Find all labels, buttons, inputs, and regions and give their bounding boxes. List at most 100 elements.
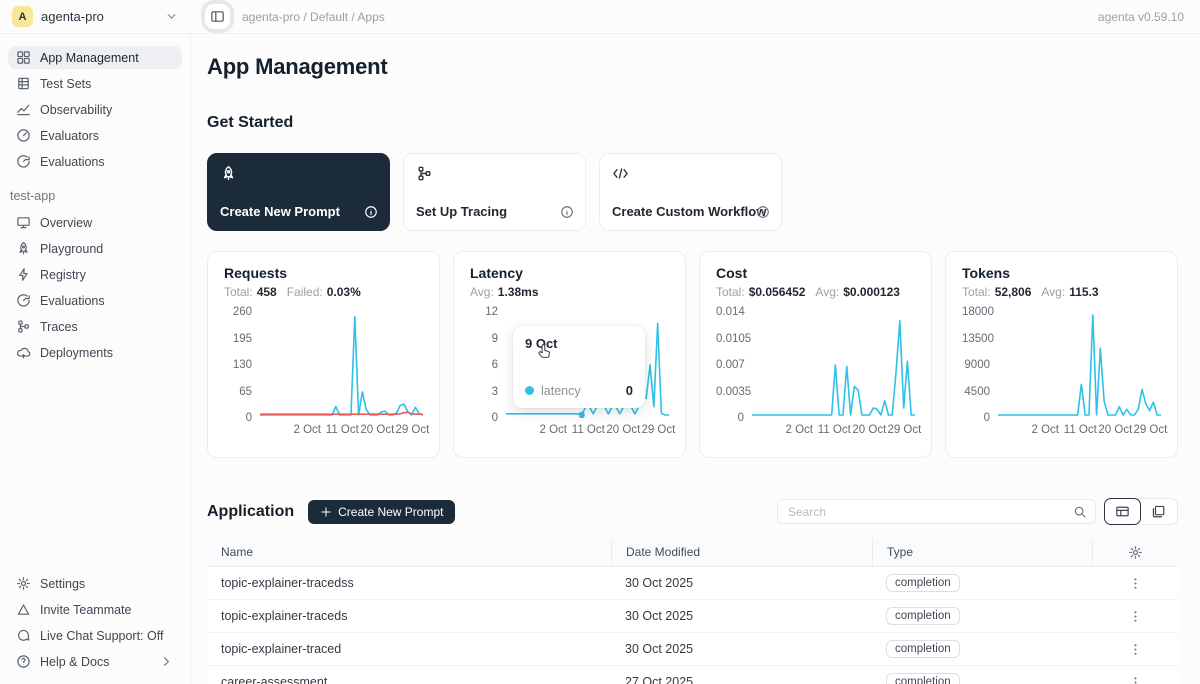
type-badge: completion: [886, 574, 960, 592]
row-menu-button[interactable]: [1123, 604, 1147, 628]
table-row[interactable]: topic-explainer-tracedss 30 Oct 2025 com…: [207, 567, 1178, 600]
sidebar-item-live-chat-support-off[interactable]: Live Chat Support: Off: [8, 624, 182, 647]
table-view-button[interactable]: [1104, 498, 1141, 525]
sidebar-item-registry[interactable]: Registry: [8, 263, 182, 286]
stats-row: Requests Total:458Failed:0.03% 260195130…: [207, 251, 1178, 458]
version-label: agenta v0.59.10: [1098, 10, 1200, 24]
column-header-name: Name: [207, 538, 611, 566]
tokens-chart-card: Tokens Total:52,806Avg:115.3 18000135009…: [945, 251, 1178, 458]
sidebar-item-test-sets[interactable]: Test Sets: [8, 72, 182, 95]
workspace-avatar: A: [12, 6, 33, 27]
sidebar-toggle-button[interactable]: [205, 4, 230, 29]
sidebar-item-deployments[interactable]: Deployments: [8, 341, 182, 364]
create-new-prompt-card[interactable]: Create New Prompt: [207, 153, 390, 231]
y-axis-ticks: 1800013500900045000: [962, 306, 998, 424]
sidebar-spacer: [8, 367, 182, 572]
metric-label: Total:: [716, 285, 745, 299]
sidebar-item-traces[interactable]: Traces: [8, 315, 182, 338]
search-icon[interactable]: [1073, 505, 1087, 519]
column-header-type: Type: [872, 538, 1092, 566]
x-axis-labels: 2 Oct11 Oct20 Oct29 Oct: [998, 424, 1161, 439]
set-up-tracing-card[interactable]: Set Up Tracing: [403, 153, 586, 231]
metric-label: Avg:: [470, 285, 494, 299]
sidebar-item-invite-teammate[interactable]: Invite Teammate: [8, 598, 182, 621]
x-axis-labels: 2 Oct11 Oct20 Oct29 Oct: [752, 424, 915, 439]
sidebar-item-overview[interactable]: Overview: [8, 211, 182, 234]
invite-icon: [16, 602, 31, 617]
chart-plot[interactable]: 2 Oct11 Oct20 Oct29 Oct: [260, 312, 423, 439]
get-started-card-label: Create Custom Workflow: [612, 204, 766, 219]
row-menu-button[interactable]: [1123, 670, 1147, 684]
row-menu-button[interactable]: [1123, 571, 1147, 595]
search-input[interactable]: [778, 505, 1073, 519]
column-header-date-modified: Date Modified: [611, 538, 872, 566]
chart-plot[interactable]: 2 Oct11 Oct20 Oct29 Oct: [998, 312, 1161, 439]
sidebar-item-label: Observability: [40, 103, 112, 117]
card-view-button[interactable]: [1140, 499, 1177, 524]
cost-series-cost: [752, 321, 915, 415]
page-title: App Management: [207, 54, 1178, 80]
sidebar-main-nav: App Management Test Sets Observability Eval…: [8, 46, 182, 176]
dots-vertical-icon: [1128, 609, 1143, 624]
application-heading: Application: [207, 503, 294, 521]
chart-title: Cost: [716, 265, 915, 281]
chat-icon: [16, 628, 31, 643]
tokens-sparkline: [998, 312, 1161, 418]
create-custom-workflow-card[interactable]: Create Custom Workflow: [599, 153, 782, 231]
sidebar-item-app-management[interactable]: App Management: [8, 46, 182, 69]
requests-series-failed: [260, 412, 423, 414]
sidebar-item-observability[interactable]: Observability: [8, 98, 182, 121]
sidebar-item-label: Playground: [40, 242, 103, 256]
info-icon[interactable]: [364, 205, 378, 219]
deployments-icon: [16, 345, 31, 360]
chart-plot[interactable]: 2 Oct11 Oct20 Oct29 Oct: [752, 312, 915, 439]
code-icon: [612, 165, 629, 182]
search-box: [777, 499, 1096, 524]
metric-value: 1.38ms: [498, 285, 539, 299]
table-row[interactable]: topic-explainer-traced 30 Oct 2025 compl…: [207, 633, 1178, 666]
column-header-actions: [1092, 538, 1178, 566]
sidebar-item-help-docs[interactable]: Help & Docs: [8, 650, 182, 673]
sidebar-item-label: Deployments: [40, 346, 113, 360]
metric-label: Total:: [962, 285, 991, 299]
settings-icon: [1128, 545, 1143, 560]
app-name: topic-explainer-traced: [207, 633, 611, 665]
tooltip-value: 0: [626, 383, 633, 398]
requests-series-requests: [260, 317, 423, 415]
application-header: Application Create New Prompt: [207, 498, 1178, 525]
sidebar-item-playground[interactable]: Playground: [8, 237, 182, 260]
date-modified: 30 Oct 2025: [611, 600, 872, 632]
sidebar-item-evaluators[interactable]: Evaluators: [8, 124, 182, 147]
chart-title: Requests: [224, 265, 423, 281]
info-icon[interactable]: [756, 205, 770, 219]
tracing-icon: [416, 165, 433, 182]
testsets-icon: [16, 76, 31, 91]
sidebar-item-label: Help & Docs: [40, 655, 109, 669]
sidebar-item-label: Evaluations: [40, 155, 105, 169]
chart-title: Tokens: [962, 265, 1161, 281]
column-settings-button[interactable]: [1124, 540, 1148, 564]
table-row[interactable]: career-assessment 27 Oct 2025 completion: [207, 666, 1178, 684]
date-modified: 30 Oct 2025: [611, 633, 872, 665]
sidebar-item-label: Live Chat Support: Off: [40, 629, 163, 643]
sidebar-item-settings[interactable]: Settings: [8, 572, 182, 595]
date-modified: 30 Oct 2025: [611, 567, 872, 599]
help-icon: [16, 654, 31, 669]
info-icon[interactable]: [560, 205, 574, 219]
sidebar-item-label: Invite Teammate: [40, 603, 131, 617]
settings-icon: [16, 576, 31, 591]
sidebar-item-label: Evaluations: [40, 294, 105, 308]
sidebar-item-evaluations[interactable]: Evaluations: [8, 289, 182, 312]
sidebar-group-label: test-app: [10, 189, 182, 203]
row-menu-button[interactable]: [1123, 637, 1147, 661]
breadcrumb[interactable]: agenta-pro / Default / Apps: [242, 10, 385, 24]
table-row[interactable]: topic-explainer-traceds 30 Oct 2025 comp…: [207, 600, 1178, 633]
y-axis-ticks: 260195130650: [224, 306, 260, 424]
rocket-icon: [16, 241, 31, 256]
create-new-prompt-button[interactable]: Create New Prompt: [308, 500, 455, 524]
workspace-switcher[interactable]: A agenta-pro: [0, 6, 191, 27]
sidebar-item-evaluations[interactable]: Evaluations: [8, 150, 182, 173]
metric-value: 52,806: [995, 285, 1032, 299]
hover-point-marker: [579, 412, 585, 418]
app-name: topic-explainer-traceds: [207, 600, 611, 632]
